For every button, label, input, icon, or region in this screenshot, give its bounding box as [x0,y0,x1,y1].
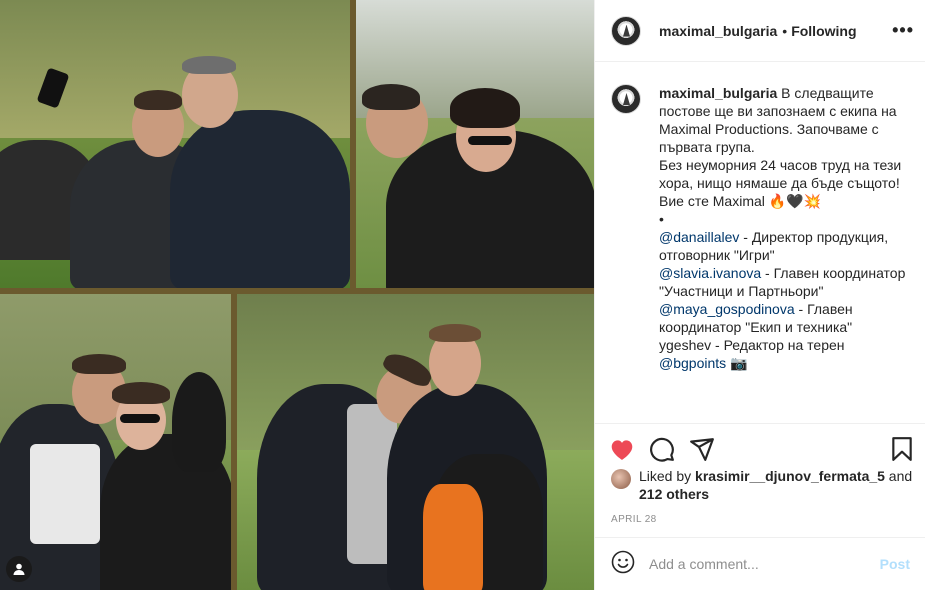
heart-icon[interactable] [609,436,635,462]
smiley-icon[interactable] [611,550,635,579]
mention-link[interactable]: @danaillalev [659,229,739,245]
action-bar [595,423,925,471]
caption-username-link[interactable]: maximal_bulgaria [659,85,781,101]
post-sidebar: maximal_bulgaria • Following ••• maximal… [594,0,925,590]
username-link[interactable]: maximal_bulgaria [659,23,777,39]
post-date[interactable]: APRIL 28 [611,514,657,525]
mention-link[interactable]: @maya_gospodinova [659,301,795,317]
paper-plane-icon[interactable] [689,436,715,462]
mention-link[interactable]: @slavia.ivanova [659,265,761,281]
bookmark-icon[interactable] [889,436,915,462]
avatar[interactable] [611,84,641,114]
caption-line: Вие сте Maximal 🔥🖤💥 [659,193,822,209]
photo-group-thumbs-up [0,294,231,590]
likes-count-link[interactable]: 212 others [639,486,709,502]
user-tag-icon[interactable] [6,556,32,582]
photo-man-and-woman-posing [356,0,594,288]
caption-bullet: • [659,211,664,227]
avatar[interactable] [611,15,641,46]
credit-line: ygeshev - Редактор на терен [659,337,845,353]
photo-two-men-leaning [237,294,594,590]
comment-composer: Add a comment... Post [595,537,925,590]
following-button[interactable]: Following [791,23,856,39]
credit-line: @maya_gospodinova - Главен координатор "… [659,301,853,335]
comment-bubble-icon[interactable] [649,436,675,462]
more-options-icon[interactable]: ••• [892,20,914,41]
caption-line: Без неуморния 24 часов труд на тези хора… [659,157,902,191]
photo-two-men-on-grass [0,0,350,288]
caption-block: maximal_bulgaria В следващите постове ще… [611,84,916,372]
post-header: maximal_bulgaria • Following ••• [595,0,925,62]
caption-text: maximal_bulgaria В следващите постове ще… [659,84,914,372]
credit-line: @danaillalev - Директор продукция, отгов… [659,229,889,263]
likes-summary: Liked by krasimir__djunov_fermata_5 and … [611,467,916,503]
liker-avatar[interactable] [611,469,631,489]
separator-dot: • [782,22,788,39]
post-media-collage[interactable] [0,0,594,590]
credit-line: @bgpoints 📷 [659,355,748,371]
credit-line: @slavia.ivanova - Главен координатор "Уч… [659,265,906,299]
post-comment-button[interactable]: Post [880,556,910,572]
liker-username-link[interactable]: krasimir__djunov_fermata_5 [695,468,885,484]
comment-input[interactable]: Add a comment... [649,556,880,572]
mention-link[interactable]: @bgpoints [659,355,726,371]
